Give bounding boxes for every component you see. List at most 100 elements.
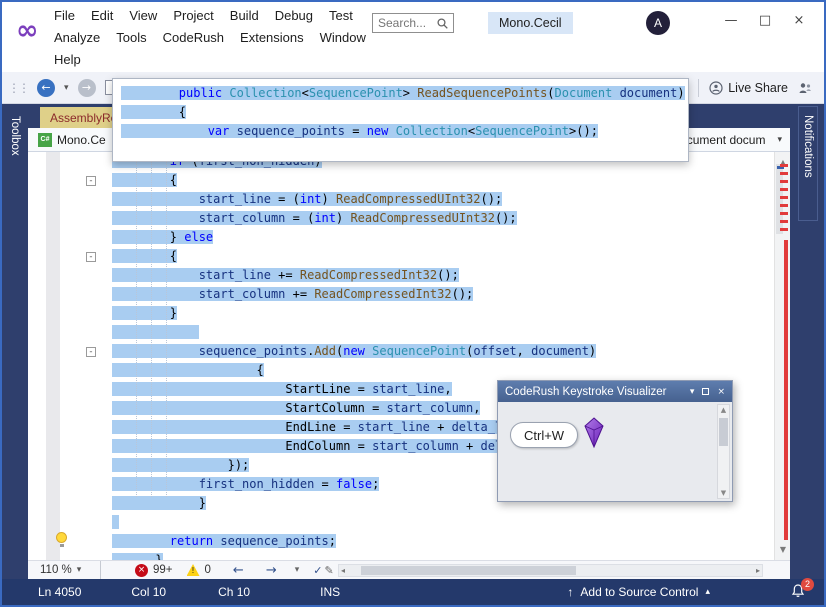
menu-view[interactable]: View [121, 8, 165, 23]
menu-row-1: File Edit View Project Build Debug Test [46, 4, 374, 26]
error-count[interactable]: 99+ [153, 564, 173, 576]
zoom-level: 110 % [40, 564, 72, 576]
fold-toggle-icon[interactable]: - [86, 252, 96, 262]
menu-window[interactable]: Window [312, 30, 374, 45]
menu-project[interactable]: Project [165, 8, 221, 23]
menu-analyze[interactable]: Analyze [46, 30, 108, 45]
toolbox-side-tab[interactable]: Toolbox [4, 108, 26, 228]
chevron-down-icon: ▾ [77, 565, 82, 575]
navigate-forward-icon[interactable]: → [78, 79, 96, 97]
scroll-left-icon[interactable]: ◂ [341, 566, 345, 575]
close-icon[interactable]: × [717, 387, 725, 397]
menu-tools[interactable]: Tools [108, 30, 154, 45]
code-text: { [112, 249, 177, 263]
menu-test[interactable]: Test [321, 8, 361, 23]
navbar-project-dropdown[interactable]: C# Mono.Ce [28, 133, 106, 147]
code-text: { [121, 105, 186, 119]
scroll-down-icon[interactable]: ▼ [775, 540, 790, 559]
code-line[interactable]: sequence_points.Add(new SequencePoint(of… [112, 342, 774, 361]
check-icon[interactable]: ✓ [313, 564, 322, 577]
visualizer-scrollbar[interactable]: ▲ ▼ [717, 404, 730, 499]
minimize-button[interactable]: — [714, 8, 748, 32]
warning-count[interactable]: 0 [205, 564, 211, 576]
navbar-member-dropdown[interactable]: ocument docum ▾ [680, 133, 782, 147]
fold-toggle-icon[interactable]: - [86, 347, 96, 357]
editor-panel: AssemblyRe... C# Mono.Ce ocument docum ▾… [28, 104, 790, 579]
menu-build[interactable]: Build [222, 8, 267, 23]
close-button[interactable]: × [782, 8, 816, 32]
maximize-button[interactable]: □ [748, 8, 782, 32]
navigate-back-dropdown-icon[interactable]: ▾ [64, 83, 69, 93]
scroll-right-icon[interactable]: ▸ [756, 566, 760, 575]
toolbar-grip-handle[interactable]: ⋮⋮ [8, 81, 28, 95]
navigate-next-icon[interactable]: → [266, 563, 277, 578]
code-text: StartLine = start_line, [112, 382, 452, 396]
zoom-control[interactable]: 110 % ▾ [28, 564, 100, 576]
notifications-bell-button[interactable]: 2 [790, 583, 806, 602]
code-line[interactable]: return sequence_points; [112, 532, 774, 551]
navigate-back-icon[interactable]: ← [37, 79, 55, 97]
solution-name[interactable]: Mono.Cecil [488, 12, 573, 34]
code-line[interactable]: start_column += ReadCompressedInt32(); [112, 285, 774, 304]
live-share-label: Live Share [728, 81, 788, 95]
fold-toggle-icon[interactable]: - [86, 176, 96, 186]
error-icon[interactable]: × [135, 564, 148, 577]
code-text: } [112, 496, 206, 510]
navbar-member-label: ocument docum [680, 133, 765, 147]
pencil-icon[interactable]: ✎ [324, 564, 333, 577]
scroll-down-icon[interactable]: ▼ [718, 489, 729, 497]
menu-coderush[interactable]: CodeRush [155, 30, 232, 45]
scroll-up-icon[interactable]: ▲ [718, 406, 729, 414]
menu-debug[interactable]: Debug [267, 8, 321, 23]
status-line-number[interactable]: Ln 4050 [38, 585, 81, 599]
status-column[interactable]: Col 10 [131, 585, 166, 599]
status-character[interactable]: Ch 10 [218, 585, 250, 599]
code-line[interactable] [112, 513, 774, 532]
menu-bar: File Edit View Project Build Debug Test … [46, 4, 374, 70]
code-text: } [112, 306, 177, 320]
vertical-scrollbar[interactable]: ▲ ▼ [774, 152, 790, 560]
error-mark [780, 228, 788, 231]
search-input[interactable]: Search... [372, 13, 454, 33]
search-placeholder: Search... [378, 16, 426, 30]
scrollbar-thumb[interactable] [719, 418, 728, 446]
code-line[interactable]: } [112, 551, 774, 560]
menu-help[interactable]: Help [46, 52, 89, 67]
code-line[interactable]: { [112, 361, 774, 380]
toolbar-separator [698, 79, 699, 97]
chevron-down-icon[interactable]: ▾ [295, 565, 300, 575]
error-mark [780, 212, 788, 215]
horizontal-scrollbar[interactable]: ◂ ▸ [338, 564, 763, 577]
live-share-button[interactable]: Live Share [709, 81, 788, 95]
code-line[interactable]: } [112, 304, 774, 323]
source-control-button[interactable]: ↑ Add to Source Control ▴ [567, 585, 710, 599]
notifications-label: Notifications [802, 107, 814, 220]
navbar-project-label: Mono.Ce [57, 133, 106, 147]
menu-file[interactable]: File [46, 8, 83, 23]
menu-extensions[interactable]: Extensions [232, 30, 312, 45]
code-line[interactable]: } else [112, 228, 774, 247]
feedback-icon[interactable] [798, 81, 812, 95]
code-line[interactable] [112, 323, 774, 342]
warning-icon[interactable]: ! [187, 564, 200, 576]
account-avatar[interactable]: A [646, 11, 670, 35]
status-insert-mode[interactable]: INS [320, 585, 340, 599]
error-mark [780, 196, 788, 199]
toolbox-label: Toolbox [9, 108, 21, 228]
scrollbar-thumb[interactable] [361, 566, 576, 575]
keystroke-visualizer-titlebar[interactable]: CodeRush Keystroke Visualizer ▾ × [498, 381, 732, 402]
code-line[interactable]: { [112, 171, 774, 190]
code-line[interactable]: { [112, 247, 774, 266]
code-line[interactable]: start_line = (int) ReadCompressedUInt32(… [112, 190, 774, 209]
code-line[interactable]: start_column = (int) ReadCompressedUInt3… [112, 209, 774, 228]
window-position-icon[interactable]: ▾ [690, 387, 695, 397]
quick-actions-lightbulb-icon[interactable] [56, 532, 67, 543]
error-mark [780, 180, 788, 183]
keystroke-visualizer-title: CodeRush Keystroke Visualizer [505, 386, 682, 398]
navigate-previous-icon[interactable]: ← [233, 563, 244, 578]
float-window-icon[interactable] [702, 388, 709, 395]
code-peek-popup: public Collection<SequencePoint> ReadSeq… [112, 78, 689, 162]
menu-edit[interactable]: Edit [83, 8, 121, 23]
notifications-side-tab[interactable]: Notifications [798, 106, 818, 221]
code-line[interactable]: start_line += ReadCompressedInt32(); [112, 266, 774, 285]
